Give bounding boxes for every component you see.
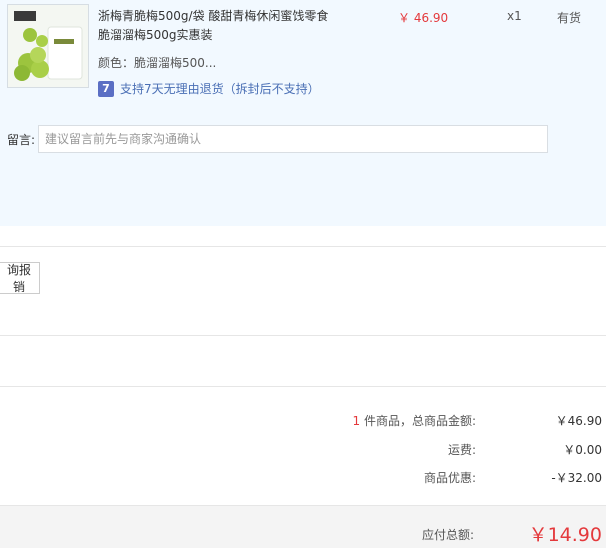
divider [0,246,606,247]
stock-status: 有货 [557,11,582,25]
spec-label: 颜色： [98,56,135,70]
discount-value: -￥32.00 [551,471,602,485]
order-item-panel: 浙梅青脆梅500g/袋 酸甜青梅休闲蜜饯零食脆溜溜梅500g实惠装 颜色：脆溜溜… [0,0,606,226]
payable-value: ￥14.90 [528,524,602,546]
discount-label: 商品优惠: [423,471,476,485]
divider [0,335,606,336]
message-label: 留言: [7,133,36,147]
product-image-icon [8,5,88,87]
summary-shipping-row: 运费: ￥0.00 [0,441,606,461]
product-thumbnail[interactable] [7,4,89,88]
shipping-value: ￥0.00 [563,443,602,457]
summary-goods-row: 1 件商品，总商品金额: ￥46.90 [0,412,606,432]
summary-discount-row: 商品优惠: -￥32.00 [0,469,606,489]
refund-policy: 7 支持7天无理由退货（拆封后不支持） [98,80,320,97]
item-price: ￥ 46.90 [398,11,449,25]
spec-value: 脆溜溜梅500... [134,56,217,70]
product-spec: 颜色：脆溜溜梅500... [98,54,216,71]
refund-policy-text: 支持7天无理由退货（拆封后不支持） [120,82,320,96]
seven-day-refund-icon: 7 [98,80,114,97]
product-title[interactable]: 浙梅青脆梅500g/袋 酸甜青梅休闲蜜饯零食脆溜溜梅500g实惠装 [98,7,338,45]
message-input[interactable] [38,125,548,153]
payable-total-bar: 应付总额: ￥14.90 [0,505,606,548]
shipping-label: 运费: [447,443,476,457]
payable-label: 应付总额: [421,528,474,542]
goods-total-label: 1 件商品，总商品金额: [352,414,476,428]
item-quantity: x1 [507,9,522,23]
goods-total-value: ￥46.90 [555,414,602,428]
invoice-button[interactable]: 询报销 [0,262,40,294]
divider [0,386,606,387]
item-count: 1 [352,414,361,428]
